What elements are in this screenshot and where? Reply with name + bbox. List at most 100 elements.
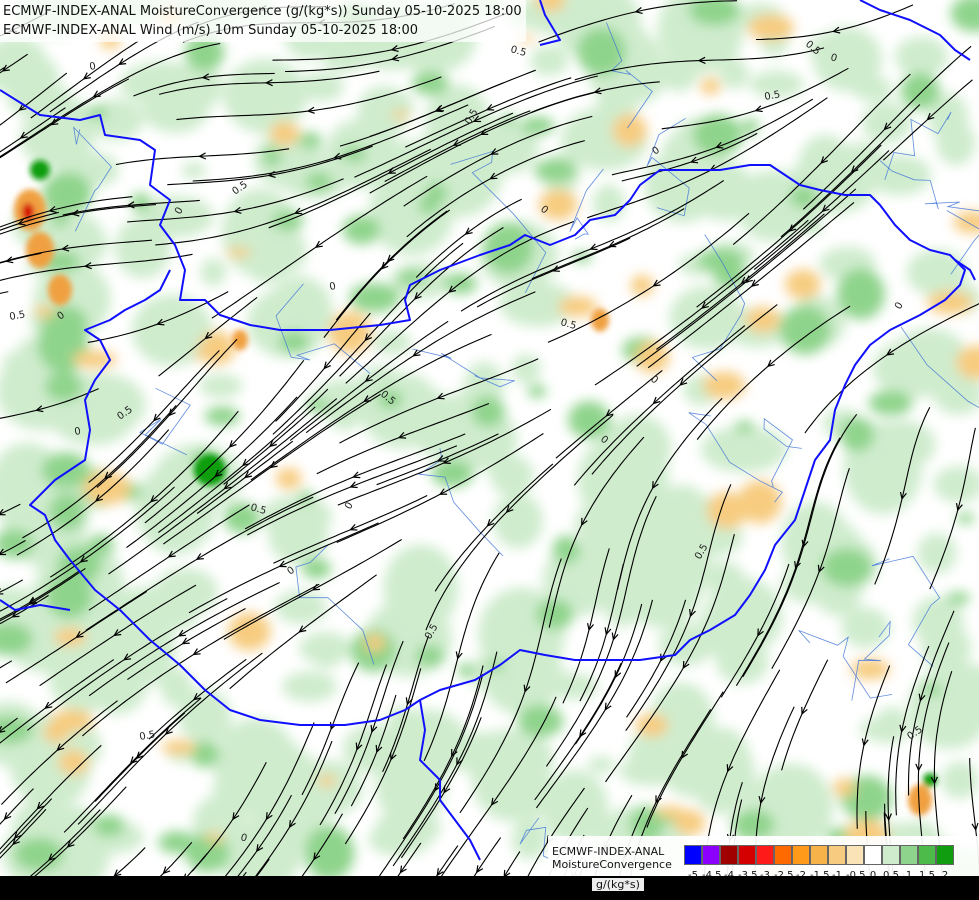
divergence-area — [612, 113, 647, 148]
legend-units: g/(kg*s) — [592, 878, 644, 891]
divergence-area — [269, 121, 300, 146]
convergence-area — [852, 76, 893, 102]
convergence-area — [722, 616, 760, 647]
convergence-area — [411, 71, 449, 96]
convergence-area — [200, 258, 227, 287]
legend-parameter-name: MoistureConvergence — [552, 858, 672, 871]
convergence-area — [381, 709, 470, 779]
convergence-area — [698, 751, 725, 779]
convergence-area — [533, 158, 578, 183]
convergence-area — [282, 671, 337, 702]
convergence-area — [14, 837, 64, 871]
title-moisture-convergence: ECMWF-INDEX-ANAL MoistureConvergence (g/… — [3, 4, 522, 19]
convergence-area — [158, 831, 196, 854]
divergence-area — [328, 311, 372, 354]
weather-map: 00.500.500.500.500.500.500.500.500.500.5… — [0, 0, 979, 900]
convergence-area — [700, 426, 787, 473]
divergence-area — [747, 14, 795, 41]
map-title: ECMWF-INDEX-ANAL MoistureConvergence (g/… — [0, 0, 526, 42]
legend-swatch — [774, 845, 792, 865]
convergence-area — [483, 222, 534, 274]
convergence-area — [956, 512, 975, 524]
convergence-area — [87, 98, 143, 141]
convergence-area — [779, 305, 831, 355]
convergence-area — [299, 631, 352, 665]
convergence-area — [298, 72, 344, 102]
legend-swatch — [720, 845, 738, 865]
legend-swatch — [864, 845, 882, 865]
convergence-area — [936, 120, 976, 166]
legend-swatch — [936, 845, 954, 865]
legend-swatch — [792, 845, 810, 865]
legend-swatch — [900, 845, 918, 865]
divergence-area — [34, 305, 55, 318]
convergence-area — [527, 384, 547, 398]
convergence-area — [349, 282, 400, 313]
divergence-area — [318, 774, 336, 787]
convergence-area — [471, 736, 551, 822]
legend-swatch — [684, 845, 702, 865]
convergence-area — [942, 482, 973, 502]
divergence-area — [833, 778, 855, 797]
convergence-area — [517, 704, 564, 738]
divergence-area — [48, 274, 72, 306]
divergence-area — [364, 633, 385, 652]
divergence-area — [558, 296, 598, 317]
legend-swatch — [756, 845, 774, 865]
legend-label: ECMWF-INDEX-ANAL MoistureConvergence — [552, 845, 680, 871]
convergence-area — [342, 215, 381, 245]
convergence-area — [917, 533, 957, 574]
convergence-area — [30, 160, 50, 180]
legend-swatch — [918, 845, 936, 865]
legend-swatch — [738, 845, 756, 865]
convergence-area — [181, 161, 206, 180]
divergence-area — [674, 809, 706, 836]
convergence-area — [619, 756, 674, 786]
legend-model-name: ECMWF-INDEX-ANAL — [552, 845, 665, 858]
divergence-area — [228, 612, 271, 651]
convergence-area — [530, 45, 569, 76]
convergence-area — [719, 58, 749, 90]
legend-swatch — [828, 845, 846, 865]
divergence-area — [232, 329, 248, 351]
convergence-area — [304, 825, 355, 881]
convergence-area — [493, 493, 543, 549]
convergence-area — [198, 374, 243, 398]
legend-swatch — [846, 845, 864, 865]
convergence-area — [274, 590, 327, 624]
convergence-area — [178, 688, 232, 744]
convergence-area — [821, 548, 873, 587]
legend-swatch — [882, 845, 900, 865]
convergence-area — [568, 400, 611, 439]
divergence-area — [392, 110, 410, 120]
convergence-area — [734, 420, 755, 433]
color-legend: ECMWF-INDEX-ANAL MoistureConvergence -5-… — [548, 836, 979, 881]
convergence-area — [839, 416, 875, 452]
divergence-area — [43, 721, 70, 743]
convergence-area — [741, 118, 759, 135]
convergence-area — [520, 116, 555, 135]
convergence-area — [368, 170, 454, 256]
convergence-area — [587, 756, 615, 774]
divergence-area — [26, 231, 54, 269]
convergence-area — [418, 195, 439, 215]
bottom-strip: g/(kg*s) — [0, 876, 979, 900]
convergence-area — [689, 737, 756, 815]
convergence-area — [946, 591, 971, 605]
convergence-area — [221, 83, 252, 104]
convergence-area — [662, 134, 694, 162]
title-wind: ECMWF-INDEX-ANAL Wind (m/s) 10m Sunday 0… — [3, 23, 419, 38]
divergence-area — [702, 371, 746, 400]
convergence-area — [42, 171, 92, 215]
convergence-area — [471, 396, 506, 428]
convergence-area — [425, 400, 456, 419]
divergence-area — [591, 308, 609, 332]
divergence-area — [706, 491, 748, 530]
divergence-area — [204, 832, 225, 843]
convergence-area — [837, 268, 885, 320]
convergence-area — [511, 818, 548, 860]
convergence-area — [2, 351, 34, 380]
convergence-area — [868, 390, 913, 416]
divergence-area — [700, 77, 721, 95]
convergence-area — [298, 131, 322, 149]
